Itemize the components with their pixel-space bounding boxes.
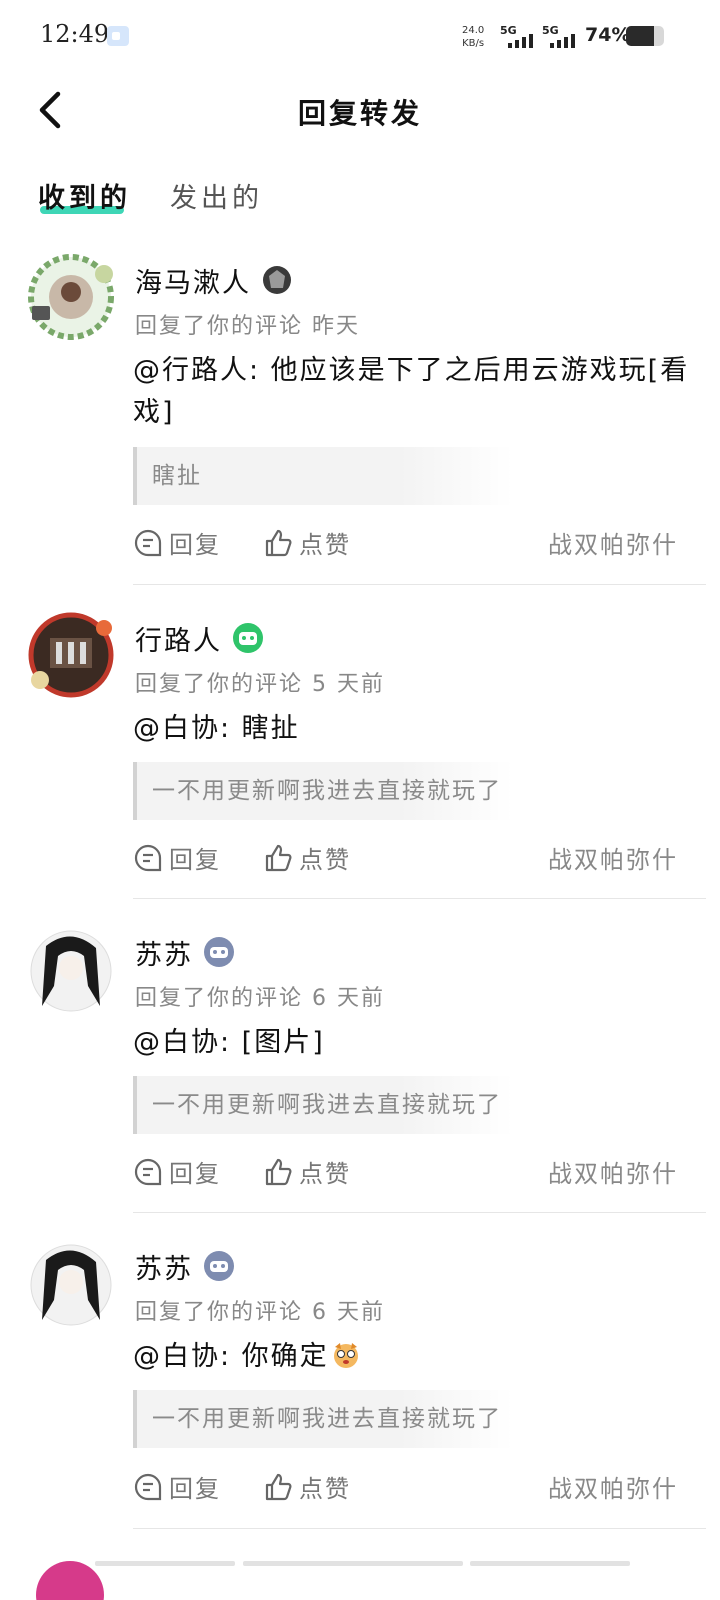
tab-sent[interactable]: 发出的 [170, 176, 263, 215]
divider [133, 898, 706, 899]
status-time: 12:49 [40, 20, 110, 48]
avatar[interactable] [26, 610, 116, 700]
source-game-link[interactable]: 战双帕弥什 [548, 840, 678, 875]
source-game-link[interactable]: 战双帕弥什 [548, 525, 678, 560]
thumbs-up-icon [265, 1473, 292, 1500]
quoted-comment[interactable]: 一不用更新啊我进去直接就玩了 [133, 1390, 513, 1448]
reply-content[interactable]: @白协: [图片] [133, 1022, 693, 1064]
battery-percentage: 74% [585, 24, 631, 46]
reply-content[interactable]: @白协: 瞎扯 [133, 708, 693, 750]
divider [133, 1528, 706, 1529]
thumbs-up-icon [265, 529, 292, 556]
quoted-comment[interactable]: 一不用更新啊我进去直接就玩了 [133, 762, 513, 820]
divider [133, 584, 706, 585]
like-button[interactable]: 点赞 [263, 1469, 351, 1504]
action-bar: 回复 点赞 战双帕弥什 [133, 1154, 678, 1194]
thumbs-up-icon [265, 1158, 292, 1185]
source-game-link[interactable]: 战双帕弥什 [548, 1154, 678, 1189]
reply-button[interactable]: 回复 [133, 525, 221, 560]
game-badge-icon [233, 623, 263, 653]
medal-badge-icon [263, 266, 291, 294]
network-speed: 24.0 KB/s [462, 25, 485, 49]
action-bar: 回复 点赞 战双帕弥什 [133, 1469, 678, 1509]
gamepad-badge-icon [204, 1251, 234, 1281]
divider [133, 1212, 706, 1213]
reply-button[interactable]: 回复 [133, 1469, 221, 1504]
reply-button[interactable]: 回复 [133, 840, 221, 875]
avatar[interactable] [26, 252, 116, 342]
comment-icon [134, 1158, 162, 1185]
action-bar: 回复 点赞 战双帕弥什 [133, 525, 678, 565]
reply-content[interactable]: @行路人: 他应该是下了之后用云游戏玩[看戏] [133, 350, 693, 434]
comment-icon [134, 529, 162, 556]
comment-icon [134, 1473, 162, 1500]
battery-icon [626, 26, 664, 46]
reply-meta: 回复了你的评论 6 天前 [135, 986, 385, 1011]
status-bar: 12:49 24.0 KB/s 5G 5G 74% [0, 0, 720, 70]
quoted-comment[interactable]: 一不用更新啊我进去直接就玩了 [133, 1076, 513, 1134]
reply-meta: 回复了你的评论 5 天前 [135, 672, 385, 697]
quoted-comment[interactable]: 瞎扯 [133, 447, 513, 505]
reply-meta: 回复了你的评论 昨天 [135, 314, 360, 339]
header: 回复转发 [0, 70, 720, 150]
avatar[interactable] [26, 926, 116, 1016]
like-button[interactable]: 点赞 [263, 525, 351, 560]
username[interactable]: 苏苏 [135, 1247, 193, 1286]
video-icon [107, 26, 129, 46]
username[interactable]: 海马漱人 [135, 261, 251, 300]
emoji-icon [333, 1343, 358, 1368]
username[interactable]: 苏苏 [135, 933, 193, 972]
action-bar: 回复 点赞 战双帕弥什 [133, 840, 678, 880]
reply-button[interactable]: 回复 [133, 1154, 221, 1189]
gamepad-badge-icon [204, 937, 234, 967]
page-title: 回复转发 [297, 97, 422, 130]
reply-content[interactable]: @白协: 你确定 [133, 1336, 693, 1378]
thumbs-up-icon [265, 844, 292, 871]
reply-meta: 回复了你的评论 6 天前 [135, 1300, 385, 1325]
avatar[interactable] [26, 1240, 116, 1330]
source-game-link[interactable]: 战双帕弥什 [548, 1469, 678, 1504]
comment-icon [134, 844, 162, 871]
tab-received[interactable]: 收到的 [38, 176, 131, 215]
like-button[interactable]: 点赞 [263, 1154, 351, 1189]
like-button[interactable]: 点赞 [263, 840, 351, 875]
tab-bar: 收到的 发出的 [0, 170, 720, 220]
username[interactable]: 行路人 [135, 619, 222, 658]
next-item-peek [36, 1561, 630, 1600]
